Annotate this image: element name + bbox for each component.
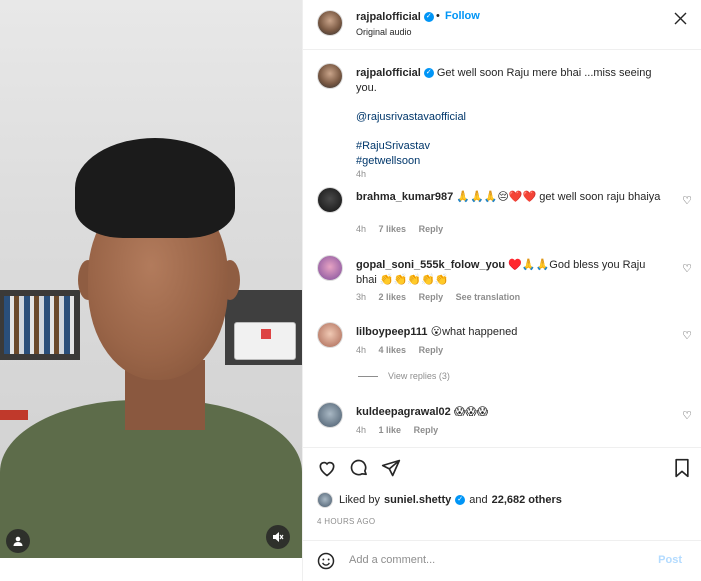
heart-icon[interactable]	[317, 458, 337, 482]
close-icon[interactable]	[674, 12, 687, 30]
comment-item: brahma_kumar987 🙏🙏🙏😔❤️❤️ get well soon r…	[303, 187, 701, 239]
comment-time: 3h	[356, 292, 367, 302]
likes-summary: Liked by suniel.shetty ✓ and 22,682 othe…	[317, 492, 566, 508]
comment-input[interactable]	[349, 554, 639, 566]
comments-list[interactable]: rajpalofficial ✓ Get well soon Raju mere …	[303, 51, 701, 446]
caption-text: rajpalofficial ✓ Get well soon Raju mere …	[356, 66, 666, 169]
likes-middle: and	[469, 494, 488, 506]
reply-button[interactable]: Reply	[414, 425, 439, 435]
post-panel: rajpalofficial ✓ • Follow Original audio …	[302, 0, 701, 581]
video-bottom-strip	[0, 558, 302, 581]
comment-meta: 3h 2 likes Reply See translation	[356, 292, 530, 302]
author-avatar[interactable]	[317, 10, 343, 36]
comment-text: lilboypeep111 😮what happened	[356, 325, 666, 340]
commenter-username[interactable]: kuldeepagrawal02	[356, 406, 451, 418]
comment-text: gopal_soni_555k_folow_you ♥️🙏🙏God bless …	[356, 258, 666, 288]
comment-likes[interactable]: 4 likes	[379, 345, 407, 355]
comment-item: gopal_soni_555k_folow_you ♥️🙏🙏God bless …	[303, 255, 701, 307]
liker-avatar[interactable]	[317, 492, 333, 508]
comment-composer: Post	[303, 540, 701, 581]
comment-time: 4h	[356, 345, 367, 355]
person-hair	[75, 138, 235, 238]
post-header: rajpalofficial ✓ • Follow Original audio	[303, 0, 701, 50]
reply-button[interactable]: Reply	[419, 224, 444, 234]
share-icon[interactable]	[381, 458, 401, 482]
comment-text: brahma_kumar987 🙏🙏🙏😔❤️❤️ get well soon r…	[356, 190, 666, 205]
comment-item: lilboypeep111 😮what happened 4h 4 likes …	[303, 322, 701, 362]
view-replies-button[interactable]: View replies (3)	[358, 371, 450, 381]
separator-dot: •	[436, 10, 440, 22]
comment-like-icon[interactable]: ♡	[682, 329, 692, 342]
verified-icon: ✓	[423, 12, 434, 23]
comment-time: 4h	[356, 425, 367, 435]
comment-icon[interactable]	[349, 458, 369, 482]
caption-hashtag[interactable]: #getwellsoon	[356, 154, 666, 169]
red-object	[0, 410, 28, 420]
verified-icon: ✓	[455, 495, 466, 505]
reply-button[interactable]: Reply	[419, 345, 444, 355]
comment-body: 🙏🙏🙏😔❤️❤️ get well soon raju bhaiya	[456, 191, 661, 203]
commenter-avatar[interactable]	[317, 255, 343, 281]
follow-button[interactable]: Follow	[445, 10, 480, 22]
comment-body: 😱😱😱	[453, 406, 489, 418]
caption-mention[interactable]: @rajusrivastavaofficial	[356, 110, 666, 125]
comment-time: 4h	[356, 224, 367, 234]
likes-others-count[interactable]: 22,682 others	[492, 494, 562, 506]
author-username[interactable]: rajpalofficial ✓	[356, 11, 434, 23]
first-aid-box	[234, 322, 296, 360]
audio-label[interactable]: Original audio	[356, 27, 412, 37]
post-comment-button[interactable]: Post	[658, 554, 682, 566]
comment-likes[interactable]: 2 likes	[379, 292, 407, 302]
bookmark-icon[interactable]	[673, 458, 691, 482]
author-username-text[interactable]: rajpalofficial	[356, 11, 421, 23]
commenter-avatar[interactable]	[317, 402, 343, 428]
comment-meta: 4h 1 like Reply	[356, 425, 448, 435]
comment-like-icon[interactable]: ♡	[682, 262, 692, 275]
comment-meta: 4h 4 likes Reply	[356, 345, 453, 355]
commenter-username[interactable]: gopal_soni_555k_folow_you	[356, 259, 505, 271]
view-replies-label[interactable]: View replies (3)	[388, 371, 450, 381]
action-bar	[303, 447, 701, 492]
liker-username[interactable]: suniel.shetty	[384, 494, 451, 506]
commenter-username[interactable]: brahma_kumar987	[356, 191, 453, 203]
author-avatar[interactable]	[317, 63, 343, 89]
comment-likes[interactable]: 7 likes	[379, 224, 407, 234]
comment-like-icon[interactable]: ♡	[682, 409, 692, 422]
comment-like-icon[interactable]: ♡	[682, 194, 692, 207]
comment-item: kuldeepagrawal02 😱😱😱 4h 1 like Reply ♡	[303, 402, 701, 442]
commenter-avatar[interactable]	[317, 322, 343, 348]
emoji-icon[interactable]	[317, 552, 335, 575]
caption-hashtag[interactable]: #RajuSrivastav	[356, 139, 666, 154]
video-player[interactable]	[0, 0, 302, 581]
caption: rajpalofficial ✓ Get well soon Raju mere …	[303, 63, 701, 183]
commenter-username[interactable]: lilboypeep111	[356, 326, 428, 338]
caption-time: 4h	[356, 169, 367, 179]
verified-icon: ✓	[423, 68, 434, 79]
mute-icon[interactable]	[266, 525, 290, 549]
likes-prefix: Liked by	[339, 494, 380, 506]
comment-text: kuldeepagrawal02 😱😱😱	[356, 405, 666, 420]
comment-body: 😮what happened	[430, 326, 518, 338]
user-tag-icon[interactable]	[6, 529, 30, 553]
commenter-avatar[interactable]	[317, 187, 343, 213]
comment-likes[interactable]: 1 like	[379, 425, 402, 435]
comment-meta: 4h 7 likes Reply	[356, 224, 453, 234]
caption-username[interactable]: rajpalofficial	[356, 67, 421, 79]
bookshelf	[0, 290, 80, 360]
view-replies-rule	[358, 376, 378, 378]
reply-button[interactable]: Reply	[419, 292, 444, 302]
see-translation-button[interactable]: See translation	[456, 292, 521, 302]
books	[4, 296, 74, 354]
post-timestamp[interactable]: 4 HOURS AGO	[317, 517, 375, 526]
caption-meta: 4h	[356, 169, 376, 179]
